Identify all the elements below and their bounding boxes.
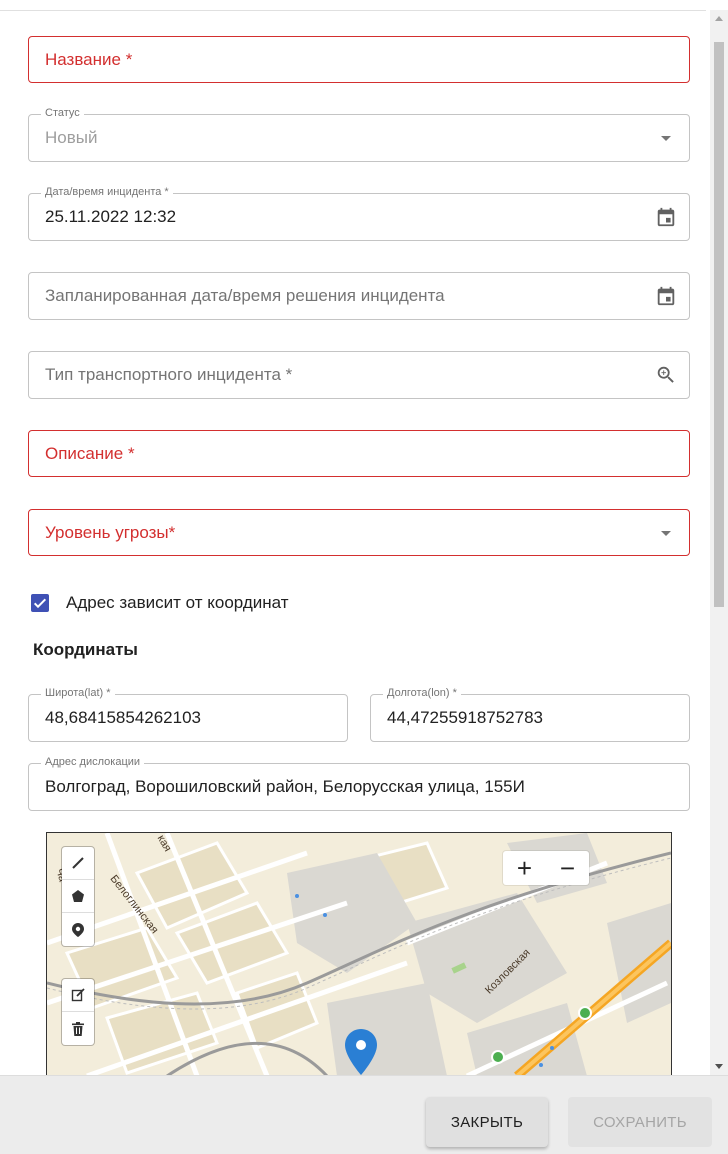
longitude-label: Долгота(lon) * xyxy=(383,687,461,699)
longitude-field[interactable]: Долгота(lon) * 44,47255918752783 xyxy=(370,687,690,742)
polygon-tool-icon[interactable] xyxy=(62,880,94,913)
calendar-icon[interactable] xyxy=(655,285,677,307)
address-depends-checkbox[interactable] xyxy=(31,594,49,612)
check-icon xyxy=(33,598,47,609)
edit-toolbar xyxy=(62,979,94,1045)
save-button[interactable]: СОХРАНИТЬ xyxy=(568,1097,712,1147)
zoom-in-button[interactable]: + xyxy=(503,851,546,885)
incident-type-placeholder: Тип транспортного инцидента * xyxy=(45,365,293,384)
incident-datetime-label: Дата/время инцидента * xyxy=(41,186,173,198)
incident-datetime-field[interactable]: Дата/время инцидента * 25.11.2022 12:32 xyxy=(28,186,690,241)
name-field[interactable]: Название * xyxy=(28,36,690,83)
close-button[interactable]: ЗАКРЫТЬ xyxy=(426,1097,548,1147)
description-field[interactable]: Описание * xyxy=(28,430,690,477)
planned-datetime-field[interactable]: Запланированная дата/время решения инцид… xyxy=(28,272,690,320)
chevron-down-icon xyxy=(661,136,671,141)
address-value: Волгоград, Ворошиловский район, Белорусс… xyxy=(45,777,525,796)
address-field[interactable]: Адрес дислокации Волгоград, Ворошиловски… xyxy=(28,756,690,811)
scrollbar-thumb[interactable] xyxy=(714,42,724,607)
coordinates-title: Координаты xyxy=(33,640,138,659)
zoom-in-search-icon[interactable] xyxy=(655,364,677,386)
description-placeholder: Описание * xyxy=(45,443,135,463)
latitude-field[interactable]: Широта(lat) * 48,68415854262103 xyxy=(28,687,348,742)
status-select[interactable]: Статус Новый xyxy=(28,107,690,162)
address-depends-label: Адрес зависит от координат xyxy=(66,593,289,612)
latitude-label: Широта(lat) * xyxy=(41,687,115,699)
incident-datetime-value: 25.11.2022 12:32 xyxy=(45,207,177,226)
scrollbar[interactable] xyxy=(710,10,728,1075)
marker-tool-icon[interactable] xyxy=(62,913,94,946)
draw-toolbar xyxy=(62,847,94,946)
incident-type-field[interactable]: Тип транспортного инцидента * xyxy=(28,351,690,399)
zoom-control: + − xyxy=(503,851,589,885)
name-placeholder: Название * xyxy=(45,49,133,69)
latitude-value: 48,68415854262103 xyxy=(45,708,201,727)
planned-datetime-placeholder: Запланированная дата/время решения инцид… xyxy=(45,286,445,305)
zoom-out-button[interactable]: − xyxy=(546,851,589,885)
threat-level-select[interactable]: Уровень угрозы* xyxy=(28,509,690,556)
longitude-value: 44,47255918752783 xyxy=(387,708,543,727)
calendar-icon[interactable] xyxy=(655,206,677,228)
line-tool-icon[interactable] xyxy=(62,847,94,880)
trash-icon[interactable] xyxy=(62,1012,94,1045)
top-divider xyxy=(0,10,706,11)
edit-icon[interactable] xyxy=(62,979,94,1012)
threat-level-placeholder: Уровень угрозы* xyxy=(45,522,176,542)
address-label: Адрес дислокации xyxy=(41,756,145,768)
scroll-up-arrow-icon[interactable] xyxy=(715,16,723,21)
scroll-down-arrow-icon[interactable] xyxy=(715,1064,723,1069)
chevron-down-icon xyxy=(661,530,671,536)
status-value: Новый xyxy=(45,128,98,147)
status-label: Статус xyxy=(41,107,84,119)
map-view[interactable]: Белоглинская Козловская Ча кая + − xyxy=(46,832,672,1076)
